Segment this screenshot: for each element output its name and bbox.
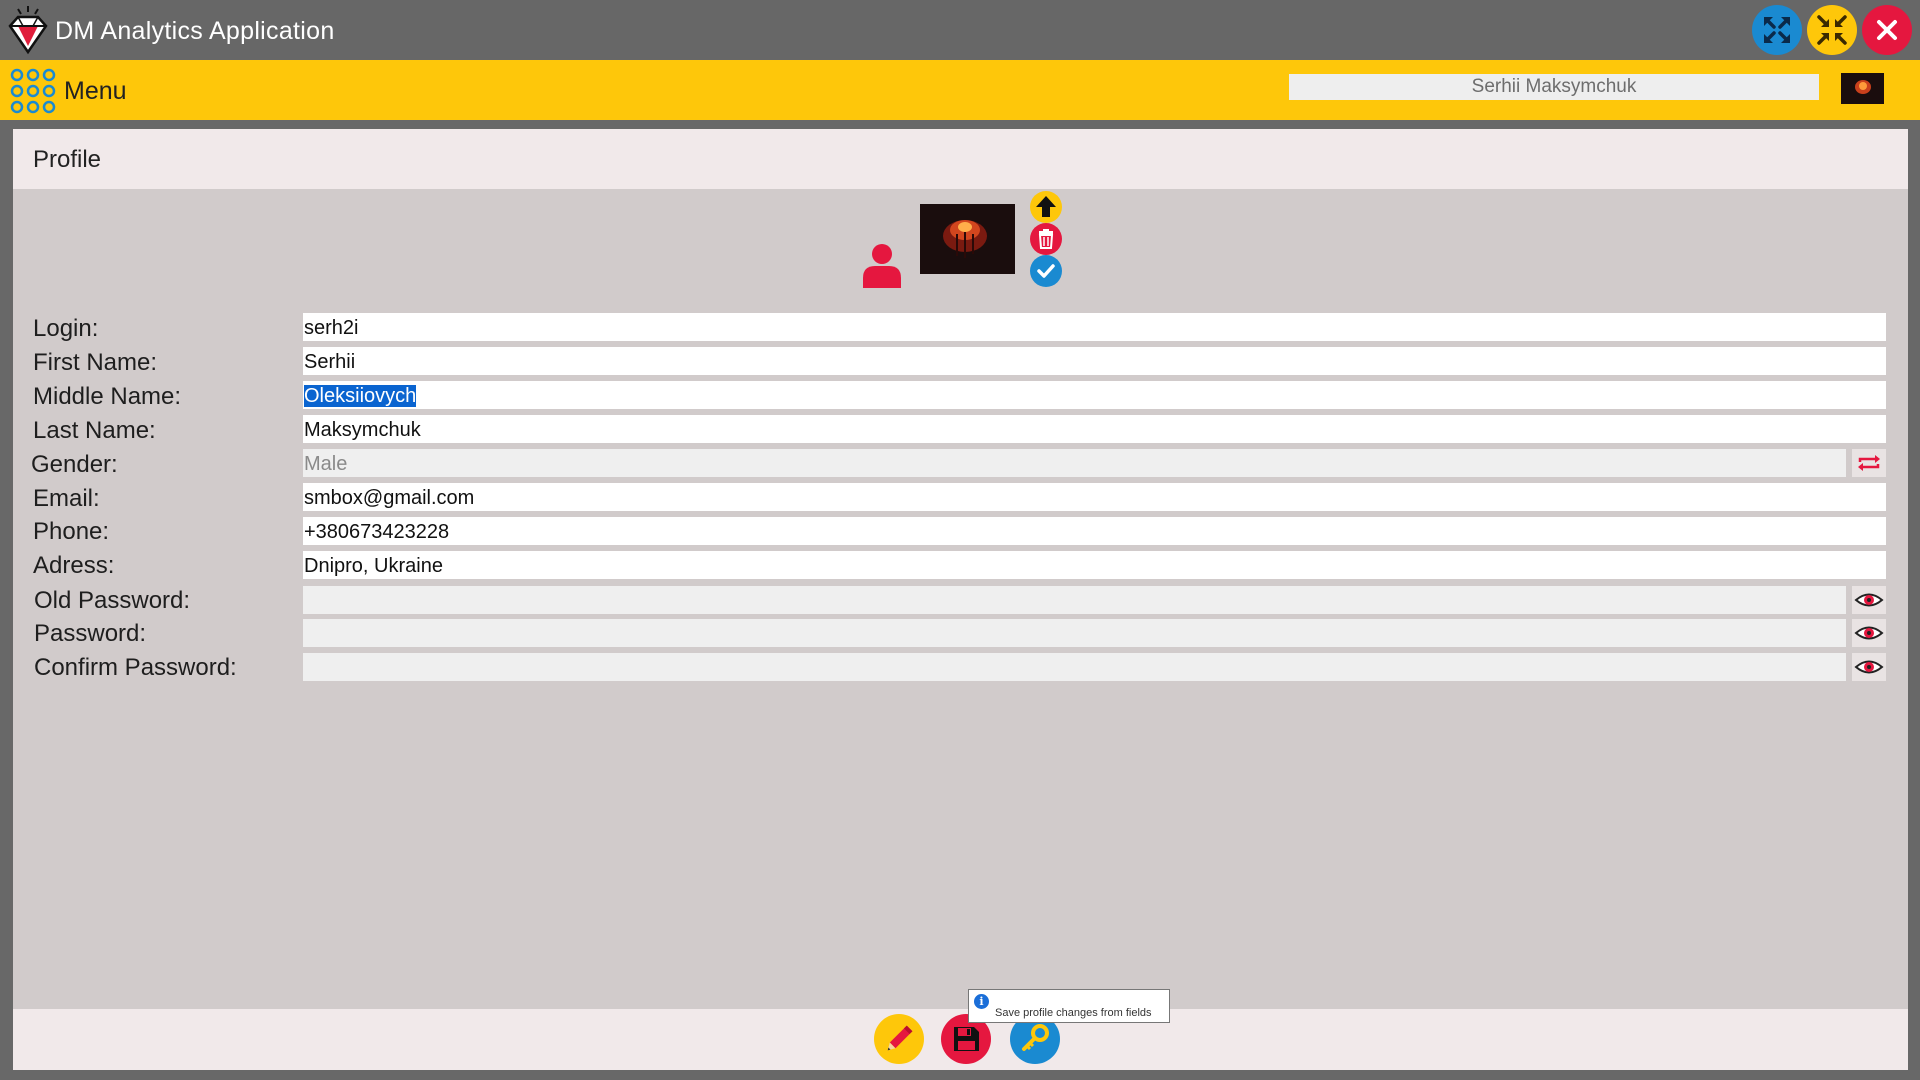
delete-photo-button[interactable] [1030, 223, 1062, 255]
arrow-up-icon [1036, 196, 1056, 217]
login-label: Login: [33, 315, 99, 342]
eye-icon [1854, 626, 1884, 640]
edit-button[interactable] [874, 1014, 924, 1064]
show-confirm-password-button[interactable] [1852, 653, 1886, 681]
page-header: Profile [13, 129, 1908, 189]
old-password-input[interactable] [303, 586, 1846, 614]
first-name-label: First Name: [33, 349, 158, 376]
email-input[interactable]: smbox@gmail.com [303, 483, 1886, 511]
phone-input[interactable]: +380673423228 [303, 517, 1886, 545]
swap-icon [1858, 455, 1880, 471]
selected-text: Oleksiiovych [304, 385, 417, 407]
pencil-icon [887, 1025, 913, 1051]
diamond-logo-icon [8, 6, 48, 55]
person-icon [863, 244, 901, 288]
compress-arrows-icon [1817, 15, 1847, 45]
login-input[interactable]: serh2i [303, 313, 1886, 341]
grid-dots-icon[interactable] [10, 68, 56, 114]
title-bar: DM Analytics Application [0, 0, 1920, 60]
confirm-password-label: Confirm Password: [34, 654, 237, 681]
check-icon [1037, 264, 1055, 278]
save-tooltip: i Save profile changes from fields [968, 989, 1170, 1023]
restore-button[interactable] [1807, 5, 1857, 55]
last-name-input[interactable]: Maksymchuk [303, 415, 1886, 443]
last-name-label: Last Name: [33, 417, 156, 444]
confirm-password-input[interactable] [303, 653, 1846, 681]
footer-toolbar [13, 1009, 1908, 1070]
old-password-label: Old Password: [34, 587, 191, 614]
show-password-button[interactable] [1852, 619, 1886, 647]
profile-photo [920, 204, 1015, 274]
confirm-photo-button[interactable] [1030, 255, 1062, 287]
close-icon [1877, 20, 1897, 40]
password-label: Password: [34, 620, 147, 647]
address-label: Adress: [33, 552, 115, 579]
password-input[interactable] [303, 619, 1846, 647]
trash-icon [1038, 229, 1054, 249]
gender-label: Gender: [31, 451, 118, 478]
middle-name-input[interactable]: Oleksiiovych [303, 381, 1886, 409]
toggle-gender-button[interactable] [1852, 449, 1886, 477]
menu-button[interactable]: Menu [64, 77, 127, 106]
current-user-name: Serhii Maksymchuk [1289, 74, 1819, 100]
upload-photo-button[interactable] [1030, 191, 1062, 223]
page-title: Profile [33, 146, 102, 173]
address-input[interactable]: Dnipro, Ukraine [303, 551, 1886, 579]
gender-input: Male [303, 449, 1846, 477]
info-icon: i [974, 994, 989, 1009]
show-old-password-button[interactable] [1852, 586, 1886, 614]
first-name-input[interactable]: Serhii [303, 347, 1886, 375]
tooltip-text: Save profile changes from fields [995, 1007, 1152, 1019]
email-label: Email: [33, 485, 100, 512]
app-title: DM Analytics Application [55, 17, 335, 45]
user-avatar[interactable] [1841, 73, 1884, 104]
phone-label: Phone: [33, 518, 110, 545]
middle-name-label: Middle Name: [33, 383, 182, 410]
close-button[interactable] [1862, 5, 1912, 55]
eye-icon [1854, 593, 1884, 607]
eye-icon [1854, 660, 1884, 674]
maximize-button[interactable] [1752, 5, 1802, 55]
expand-arrows-icon [1764, 17, 1790, 43]
